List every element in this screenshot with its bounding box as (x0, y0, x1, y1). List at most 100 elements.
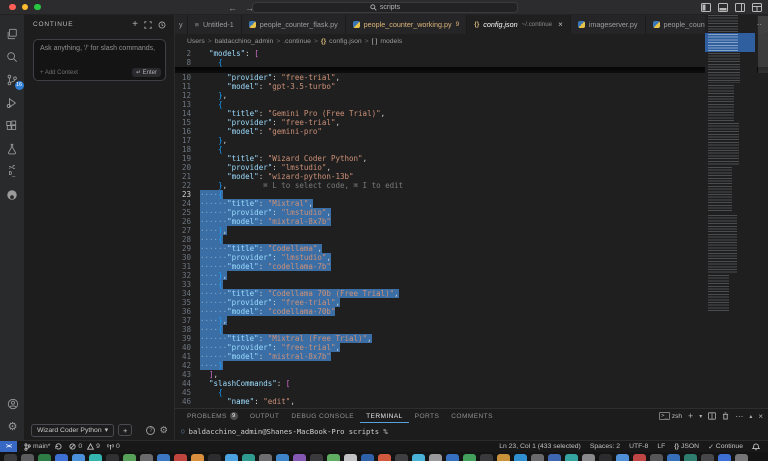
enter-button[interactable]: ↵ Enter (132, 68, 161, 77)
help-icon[interactable]: ? (146, 426, 155, 435)
dock-app-icon[interactable] (344, 454, 357, 461)
dock-app-icon[interactable] (157, 454, 170, 461)
fullscreen-icon[interactable] (144, 21, 152, 29)
code-line[interactable]: 15 "provider": "free-trial", (175, 118, 768, 127)
dock-app-icon[interactable] (191, 454, 204, 461)
dock-app-icon[interactable] (225, 454, 238, 461)
source-control-icon[interactable]: 16 (0, 68, 25, 91)
continue-settings-icon[interactable]: ⚙ (159, 425, 168, 436)
breadcrumb-item-users[interactable]: Users (187, 38, 205, 45)
code-line[interactable]: 29······"title": "Codellama", (175, 244, 768, 253)
continue-extension-icon[interactable]: >CD_ (0, 160, 25, 183)
window-controls[interactable] (9, 4, 41, 11)
dock-app-icon[interactable] (72, 454, 85, 461)
continue-status[interactable]: ✓Continue (708, 443, 743, 451)
split-terminal-icon[interactable] (708, 412, 716, 420)
terminal-dropdown-icon[interactable]: ▾ (699, 413, 702, 420)
dock-app-icon[interactable] (463, 454, 476, 461)
dock-app-icon[interactable] (208, 454, 221, 461)
toggle-secondary-sidebar-icon[interactable] (735, 3, 745, 12)
code-line[interactable]: 42····} (175, 361, 768, 370)
tab-imageserver-py[interactable]: imageserver.py (571, 15, 646, 34)
tab-untitled-1[interactable]: ≡Untitled-1 (188, 15, 242, 34)
dock-app-icon[interactable] (412, 454, 425, 461)
dock-app-icon[interactable] (21, 454, 34, 461)
panel-tab-comments[interactable]: COMMENTS (445, 409, 499, 423)
toggle-sidebar-icon[interactable] (701, 3, 711, 12)
dock-app-icon[interactable] (378, 454, 391, 461)
settings-gear-icon[interactable]: ⚙ (0, 415, 25, 438)
code-line[interactable]: 41······"model": "mistral-8x7b" (175, 352, 768, 361)
run-debug-icon[interactable] (0, 91, 25, 114)
dock-app-icon[interactable] (4, 454, 17, 461)
panel-tab-output[interactable]: OUTPUT (244, 409, 286, 423)
code-line[interactable]: 30······"provider": "lmstudio", (175, 253, 768, 262)
dock-app-icon[interactable] (650, 454, 663, 461)
breadcrumb-item-config-json[interactable]: config.json (329, 38, 362, 45)
code-line[interactable]: 21 "model": "wizard-python-13b" (175, 172, 768, 181)
dock-app-icon[interactable] (106, 454, 119, 461)
tab-close-icon[interactable]: × (558, 20, 563, 29)
code-line[interactable]: 31······"model": "codellama-7b" (175, 262, 768, 271)
ask-input[interactable]: Ask anything, '/' for slash commands, + … (33, 39, 166, 81)
code-line[interactable]: 27····}, (175, 226, 768, 235)
back-icon[interactable]: ← (228, 3, 237, 13)
code-line[interactable]: 18 { (175, 145, 768, 154)
new-terminal-icon[interactable]: + (688, 411, 693, 421)
dock-app-icon[interactable] (55, 454, 68, 461)
code-editor[interactable]: 2 "models": [8 {10 "provider": "free-tri… (175, 49, 768, 408)
maximize-window-icon[interactable] (34, 4, 41, 11)
code-line[interactable]: 25······"provider": "lmstudio", (175, 208, 768, 217)
breadcrumb-item-baldacchino-admin[interactable]: baldacchino_admin (215, 38, 274, 45)
problems-status[interactable]: 0 9 (69, 443, 100, 450)
terminal-shell[interactable]: >_ zsh (659, 412, 682, 420)
dock-app-icon[interactable] (565, 454, 578, 461)
code-line[interactable]: 36······"model": "codellama-70b" (175, 307, 768, 316)
toggle-panel-icon[interactable] (718, 3, 728, 12)
code-line[interactable]: 40······"provider": "free-trial", (175, 343, 768, 352)
dock-app-icon[interactable] (123, 454, 136, 461)
code-line[interactable]: 38····{ (175, 325, 768, 334)
close-panel-icon[interactable]: × (758, 412, 763, 421)
code-line[interactable]: 43 ], (175, 370, 768, 379)
history-icon[interactable] (158, 21, 166, 29)
code-line[interactable]: 2 "models": [ (175, 49, 768, 58)
terminal-prompt[interactable]: baldacchino_admin@Shanes-MacBook-Pro scr… (189, 427, 388, 436)
notifications-bell-icon[interactable] (752, 443, 760, 451)
dock-app-icon[interactable] (293, 454, 306, 461)
dock-app-icon[interactable] (276, 454, 289, 461)
code-line[interactable]: 10 "provider": "free-trial", (175, 73, 768, 82)
code-line[interactable]: 34······"title": "Codellama 70b (Free Tr… (175, 289, 768, 298)
dock-app-icon[interactable] (480, 454, 493, 461)
sync-icon[interactable] (55, 443, 62, 450)
dock-app-icon[interactable] (395, 454, 408, 461)
ports-status[interactable]: 0 (107, 443, 120, 450)
dock-app-icon[interactable] (667, 454, 680, 461)
panel-tab-debug-console[interactable]: DEBUG CONSOLE (285, 409, 360, 423)
dock-app-icon[interactable] (616, 454, 629, 461)
new-session-icon[interactable]: + (132, 20, 138, 30)
github-icon[interactable] (0, 183, 25, 206)
code-line[interactable]: 17 }, (175, 136, 768, 145)
code-line[interactable]: 39······"title": "Mixtral (Free Trial)", (175, 334, 768, 343)
code-line[interactable]: 23····{ (175, 190, 768, 199)
code-line[interactable]: 13 { (175, 100, 768, 109)
dock-app-icon[interactable] (548, 454, 561, 461)
code-line[interactable]: 37····}, (175, 316, 768, 325)
dock-app-icon[interactable] (89, 454, 102, 461)
model-selector[interactable]: Wizard Coder Python ▾ (31, 424, 114, 437)
code-line[interactable]: 26······"model": "mixtral-8x7b" (175, 217, 768, 226)
panel-more-icon[interactable]: ⋯ (735, 412, 743, 421)
code-line[interactable]: 44 "slashCommands": [ (175, 379, 768, 388)
code-line[interactable]: 11 "model": "gpt-3.5-turbo" (175, 82, 768, 91)
dock-app-icon[interactable] (684, 454, 697, 461)
tab-config-json[interactable]: {}config.json~/.continue× (467, 15, 571, 34)
dock-app-icon[interactable] (718, 454, 731, 461)
code-line[interactable]: 33····{ (175, 280, 768, 289)
panel-tab-problems[interactable]: PROBLEMS9 (181, 409, 244, 423)
code-line[interactable]: 14 "title": "Gemini Pro (Free Trial)", (175, 109, 768, 118)
tab-people-counter-flask-py[interactable]: people_counter_flask.py (242, 15, 346, 34)
explorer-icon[interactable] (0, 22, 25, 45)
dock-app-icon[interactable] (327, 454, 340, 461)
tab-y[interactable]: y (175, 15, 188, 34)
